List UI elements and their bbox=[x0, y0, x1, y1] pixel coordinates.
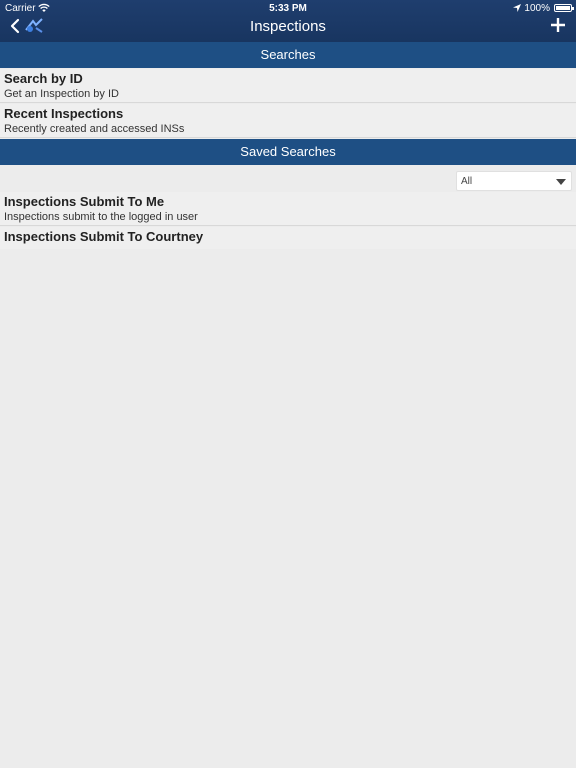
search-by-id-row[interactable]: Search by ID Get an Inspection by ID bbox=[0, 69, 576, 103]
row-title: Search by ID bbox=[4, 71, 83, 86]
section-header-searches: Searches bbox=[0, 42, 576, 68]
status-bar: Carrier 5:33 PM 100% bbox=[0, 0, 576, 16]
saved-search-row-submit-to-me[interactable]: Inspections Submit To Me Inspections sub… bbox=[0, 192, 576, 226]
plus-icon[interactable] bbox=[550, 17, 566, 33]
row-title: Inspections Submit To Me bbox=[4, 194, 165, 209]
battery-icon bbox=[554, 4, 574, 12]
clock: 5:33 PM bbox=[269, 3, 307, 14]
section-header-saved-searches: Saved Searches bbox=[0, 139, 576, 165]
recent-inspections-row[interactable]: Recent Inspections Recently created and … bbox=[0, 104, 576, 138]
row-subtitle: Inspections submit to the logged in user bbox=[4, 211, 198, 223]
navigation-bar: Carrier 5:33 PM 100% Inspections bbox=[0, 0, 576, 42]
row-title: Recent Inspections bbox=[4, 106, 124, 121]
row-subtitle: Recently created and accessed INSs bbox=[4, 123, 185, 135]
location-arrow-icon bbox=[513, 4, 521, 12]
battery-level bbox=[556, 6, 570, 10]
saved-search-row-submit-to-courtney[interactable]: Inspections Submit To Courtney bbox=[0, 227, 576, 249]
battery-percent: 100% bbox=[524, 3, 550, 14]
row-subtitle: Get an Inspection by ID bbox=[4, 88, 119, 100]
saved-search-filter-dropdown[interactable]: All bbox=[456, 171, 572, 191]
page-title: Inspections bbox=[250, 18, 326, 35]
chevron-down-icon bbox=[556, 179, 566, 185]
filter-selected-value: All bbox=[461, 176, 473, 187]
row-title: Inspections Submit To Courtney bbox=[4, 229, 204, 244]
